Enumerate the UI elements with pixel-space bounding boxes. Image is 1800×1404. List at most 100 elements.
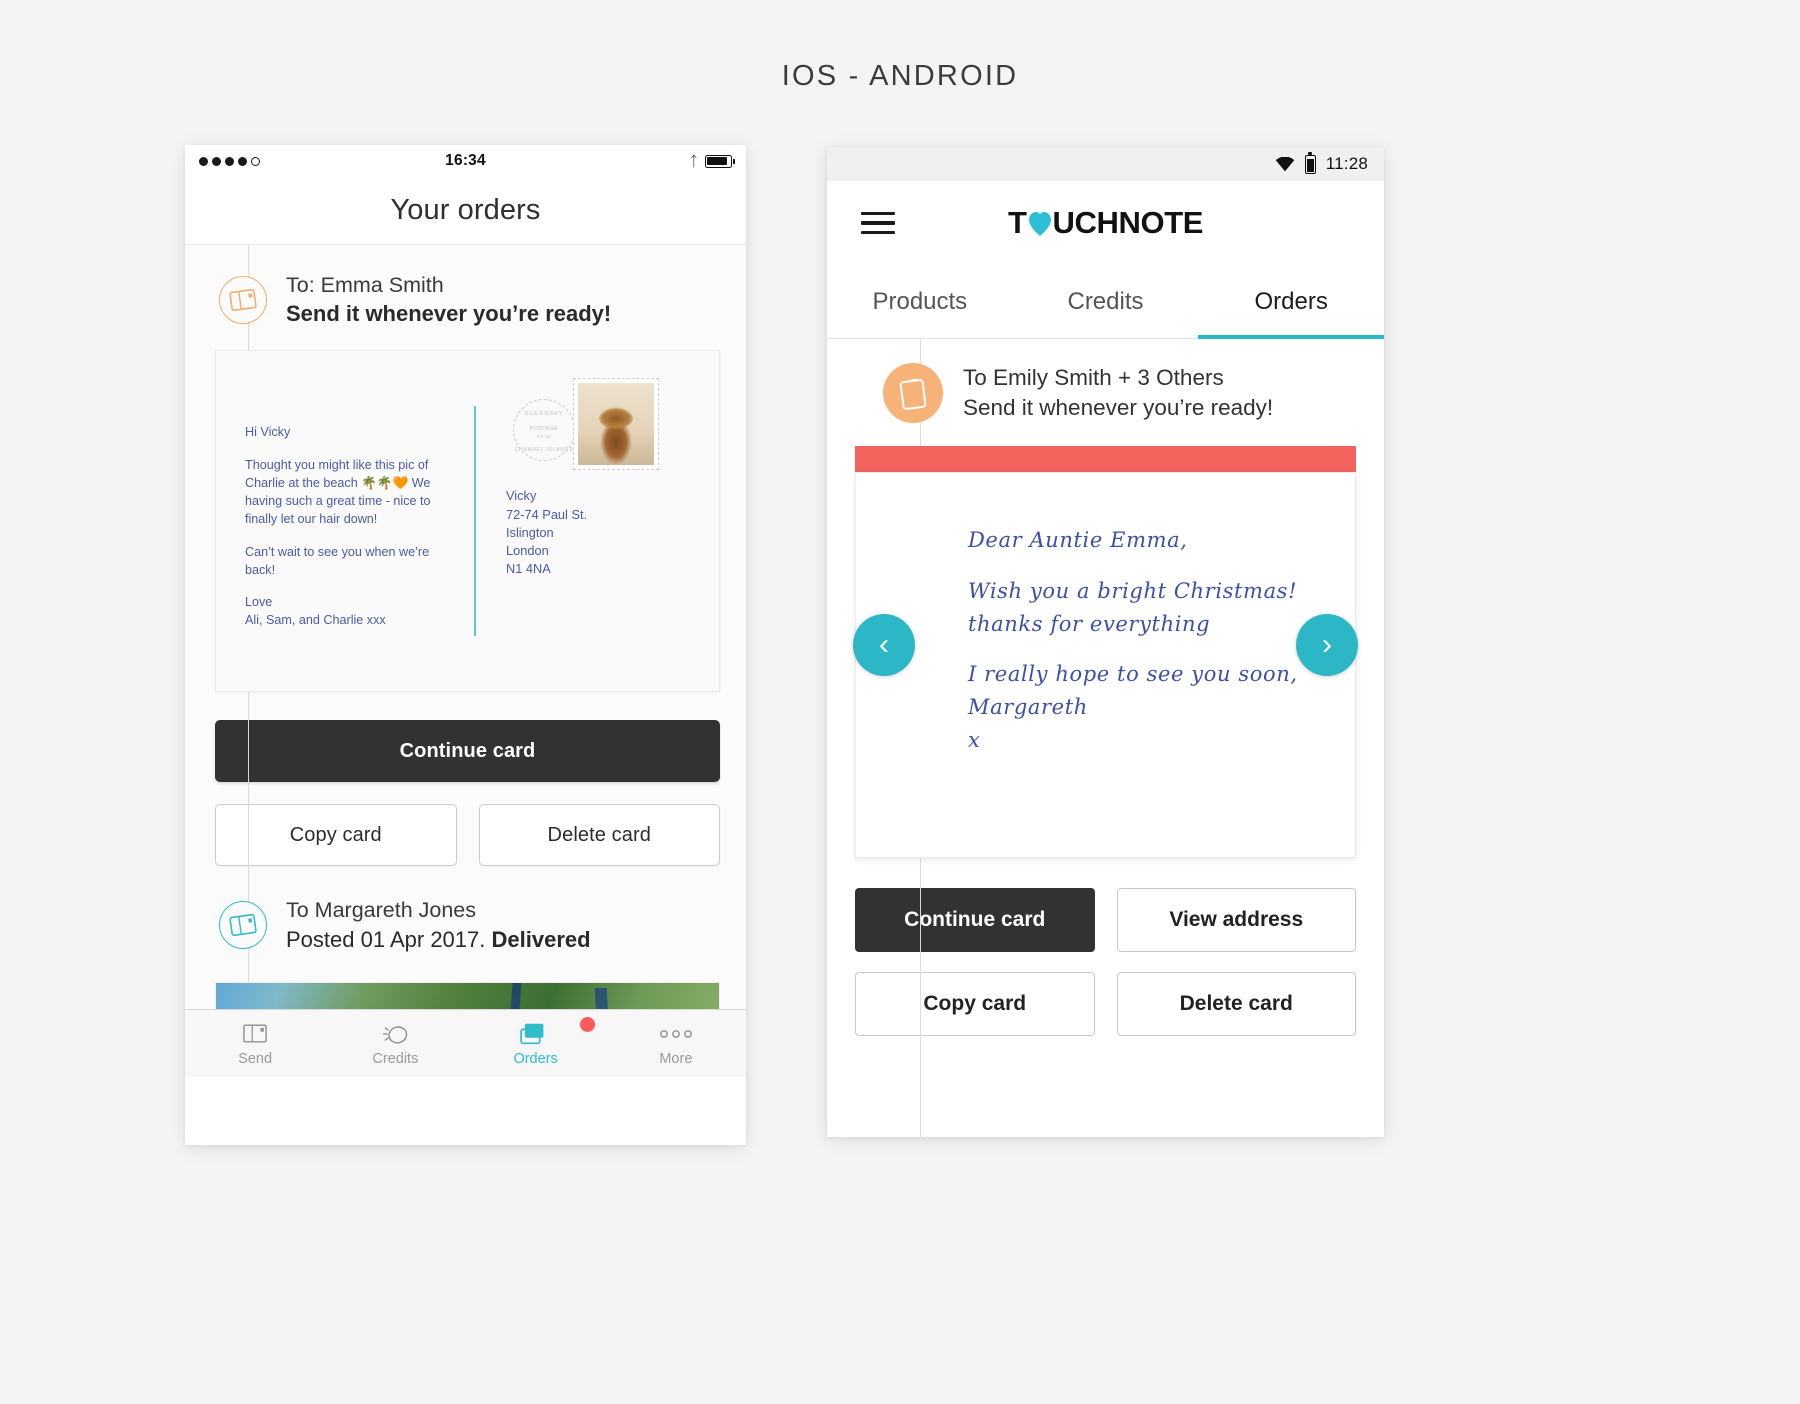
copy-card-button[interactable]: Copy card [855,971,1095,1036]
screenshot-canvas: IOS - ANDROID 16:34 ᛏ Your orders To: Em… [0,0,1800,1404]
tab-send[interactable]: Send [185,1021,325,1067]
chevron-right-icon[interactable]: › [1296,613,1358,676]
android-orders-list[interactable]: To Emily Smith + 3 Others Send it whenev… [827,339,1384,1137]
card-inner: Dear Auntie Emma, Wish you a bright Chri… [855,471,1356,858]
order-recipient: To Margareth Jones [286,898,477,923]
tab-orders[interactable]: Orders [1198,265,1384,339]
android-order-header-text: To Emily Smith + 3 Others Send it whenev… [963,363,1273,424]
android-tab-bar: Products Credits Orders [827,265,1384,339]
touchnote-logo: T UCHNOTE [827,205,1384,241]
address-line-4: N1 4NA [506,561,551,577]
handwritten-message: Dear Auntie Emma, Wish you a bright Chri… [968,527,1315,778]
android-app-bar: T UCHNOTE [827,181,1384,265]
address-line-0: Vicky [506,488,537,504]
handwriting-line-4: Margareth [968,695,1088,720]
postmark-line-4: CHANNEL ISLANDS [514,447,574,454]
android-status-bar: 11:28 [827,147,1384,181]
address-line-3: London [506,542,549,558]
postcard-message: Hi Vicky Thought you might like this pic… [245,423,460,629]
tab-credits[interactable]: Credits [325,1021,465,1067]
address-line-1: 72-74 Paul St. [506,506,588,522]
ios-tab-bar: Send Credits Orders More [185,1009,746,1077]
postcard-message-line-2: Can’t wait to see you when we’re back! [245,544,430,577]
address-line-2: Islington [506,524,554,540]
handwriting-line-3: I really hope to see you soon, [968,662,1298,687]
postcard-message-line-3: Love Ali, Sam, and Charlie xxx [245,595,386,628]
greeting-card-preview[interactable]: Dear Auntie Emma, Wish you a bright Chri… [853,445,1358,858]
battery-icon [705,154,735,168]
order-header-2: To Margareth Jones Posted 01 Apr 2017. D… [185,866,746,967]
ios-navigation-bar: Your orders [185,177,746,245]
order-recipient: To Emily Smith + 3 Others [963,365,1224,390]
ellipsis-icon [606,1021,746,1047]
ios-page-title: Your orders [390,194,541,226]
logo-suffix: UCHNOTE [1052,205,1204,240]
order-header-1: To: Emma Smith Send it whenever you’re r… [185,245,746,342]
notification-badge [579,1016,595,1032]
tab-more-label: More [659,1050,693,1067]
handwriting-line-5: x [968,728,981,753]
continue-card-button[interactable]: Continue card [215,720,720,783]
logo-prefix: T [1007,205,1027,240]
wifi-icon [1275,156,1294,171]
postcard-icon [219,901,267,950]
postmark-line-1: GUERNSEY [524,411,564,418]
handwriting-line-1: Wish you a bright Christmas! [968,578,1298,603]
chevron-left-icon[interactable]: ‹ [853,613,915,676]
postcard-message-line-0: Hi Vicky [245,425,291,440]
postmark-icon: GUERNSEY POSTAGE PAID CHANNEL ISLANDS [513,399,575,462]
stacked-cards-icon [466,1016,606,1047]
tab-more[interactable]: More [606,1021,746,1067]
postcard-glyph [229,913,257,937]
ios-status-bar: 16:34 ᛏ [185,145,746,177]
order-status-badge: Delivered [491,926,591,952]
view-address-button[interactable]: View address [1116,887,1356,952]
ios-orders-list[interactable]: To: Emma Smith Send it whenever you’re r… [185,245,746,1077]
order-status: Send it whenever you’re ready! [286,301,612,327]
android-phone-mockup: 11:28 T UCHNOTE Products Credits Orders [827,147,1384,1137]
heart-icon [1028,211,1052,237]
order-status-prefix: Posted 01 Apr 2017. [286,926,492,952]
page-title: IOS - ANDROID [781,60,1019,92]
android-order-header: To Emily Smith + 3 Others Send it whenev… [827,339,1384,442]
order-header-2-text: To Margareth Jones Posted 01 Apr 2017. D… [286,896,591,953]
tab-orders[interactable]: Orders [466,1016,606,1067]
secondary-buttons-row: Copy card Delete card [215,804,720,867]
postmark-line-2: POSTAGE [529,426,559,433]
postcard-address: Vicky 72-74 Paul St. Islington London N1… [506,487,587,578]
postcard-glyph [229,288,257,311]
card-glyph [899,378,927,411]
tab-send-label: Send [238,1050,273,1067]
postcard-preview[interactable]: Hi Vicky Thought you might like this pic… [215,350,720,693]
continue-card-button[interactable]: Continue card [855,887,1095,952]
dog-stamp-image [578,383,654,466]
order-status: Posted 01 Apr 2017. Delivered [286,925,591,954]
postcard-icon [219,275,267,324]
ios-status-time: 16:34 [445,152,486,169]
copy-card-button[interactable]: Copy card [215,804,457,867]
android-status-time: 11:28 [1325,154,1368,173]
order-recipient: To: Emma Smith [286,273,444,297]
tab-products[interactable]: Products [827,265,1013,338]
hamburger-menu-icon[interactable] [861,206,895,240]
battery-icon [1304,151,1316,174]
card-icon [883,363,943,424]
postcard-outline-icon [185,1021,325,1047]
postcard-divider [474,406,476,637]
order-status: Send it whenever you’re ready! [963,395,1274,421]
handwriting-line-0: Dear Auntie Emma, [968,527,1188,552]
card-red-band [855,445,1356,483]
postmark-line-3: PAID [536,434,552,440]
tab-credits-label: Credits [372,1050,419,1067]
coin-icon [325,1021,465,1047]
order-header-1-text: To: Emma Smith Send it whenever you’re r… [286,271,611,328]
postage-stamp [573,378,659,471]
postcard-message-line-1: Thought you might like this pic of Charl… [245,457,431,527]
tab-orders-label: Orders [513,1050,558,1067]
handwriting-line-2: thanks for everything [968,611,1211,636]
delete-card-button[interactable]: Delete card [1116,971,1356,1036]
delete-card-button[interactable]: Delete card [478,804,720,867]
android-action-buttons: Continue card View address Copy card Del… [855,887,1356,1036]
tab-credits[interactable]: Credits [1013,265,1199,338]
ios-phone-mockup: 16:34 ᛏ Your orders To: Emma Smith Send … [185,145,746,1145]
